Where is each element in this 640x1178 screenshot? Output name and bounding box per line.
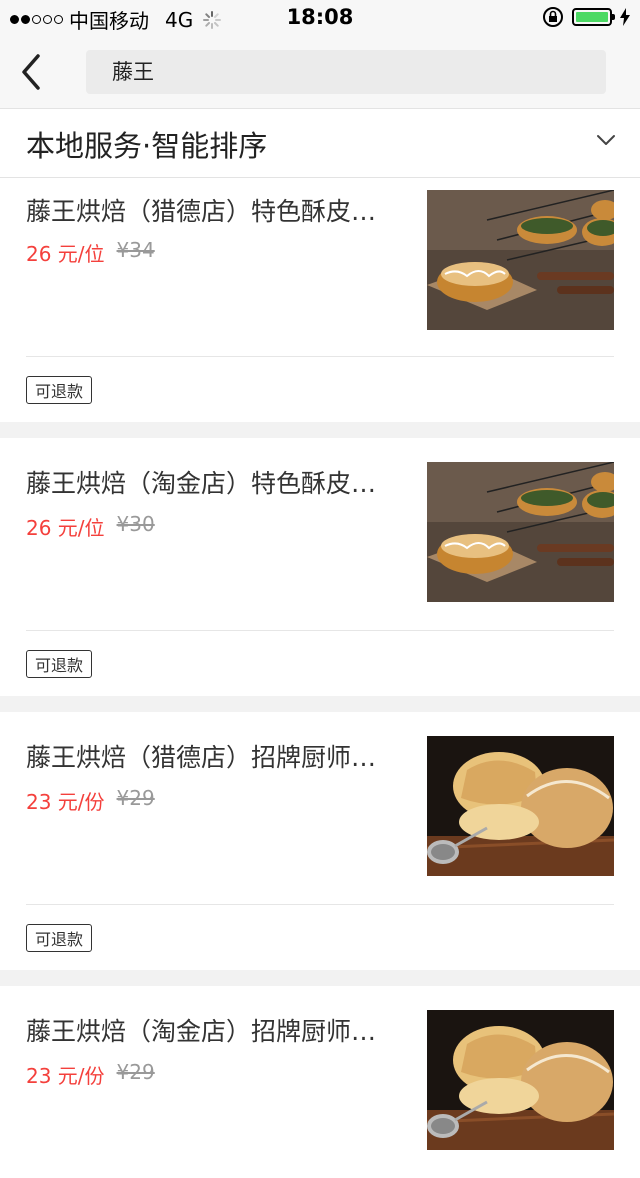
deal-card[interactable]: 藤王烘焙（猎德店）特色酥皮… 26 元/位 ¥34 可退款 xyxy=(0,178,640,422)
section-gap xyxy=(0,696,640,712)
bread-photo xyxy=(427,1010,614,1150)
price-row: 26 元/位 ¥34 xyxy=(26,238,155,267)
deal-title: 藤王烘焙（淘金店）特色酥皮… xyxy=(26,469,377,498)
sort-filter-label: 本地服务·智能排序 xyxy=(26,129,268,163)
deal-card[interactable]: 藤王烘焙（淘金店）招牌厨师… 23 元/份 ¥29 xyxy=(0,986,640,1178)
deal-title: 藤王烘焙（淘金店）招牌厨师… xyxy=(26,1017,377,1046)
chevron-down-icon[interactable] xyxy=(596,133,616,147)
rotation-lock-icon xyxy=(543,7,563,27)
original-price: ¥30 xyxy=(116,512,155,536)
refundable-badge: 可退款 xyxy=(26,376,93,404)
filter-bar[interactable]: 本地服务·智能排序 xyxy=(0,109,640,178)
price-row: 23 元/份 ¥29 xyxy=(26,1060,155,1089)
chevron-left-icon xyxy=(22,54,40,90)
deal-list: 藤王烘焙（猎德店）特色酥皮… 26 元/位 ¥34 可退款 藤王烘焙（淘金店）特… xyxy=(0,178,640,1178)
original-price: ¥34 xyxy=(116,238,155,262)
charging-icon xyxy=(620,8,630,26)
battery-icon xyxy=(572,8,615,26)
deal-price: 23 元/份 xyxy=(26,790,105,814)
back-button[interactable] xyxy=(18,50,58,94)
price-row: 26 元/位 ¥30 xyxy=(26,512,155,541)
section-gap xyxy=(0,422,640,438)
section-gap xyxy=(0,970,640,986)
original-price: ¥29 xyxy=(116,1060,155,1084)
status-right xyxy=(542,6,630,28)
deal-price: 23 元/份 xyxy=(26,1064,105,1088)
deal-card[interactable]: 藤王烘焙（淘金店）特色酥皮… 26 元/位 ¥30 可退款 xyxy=(0,438,640,696)
refundable-badge: 可退款 xyxy=(26,650,93,678)
pastry-photo xyxy=(427,190,614,330)
deal-price: 26 元/位 xyxy=(26,242,105,266)
deal-title: 藤王烘焙（猎德店）招牌厨师… xyxy=(26,743,377,772)
status-bar: 中国移动 4G 18:08 xyxy=(0,0,640,36)
deal-title: 藤王烘焙（猎德店）特色酥皮… xyxy=(26,197,377,226)
price-row: 23 元/份 ¥29 xyxy=(26,786,155,815)
search-header: 藤王 xyxy=(0,36,640,109)
deal-price: 26 元/位 xyxy=(26,516,105,540)
bread-photo xyxy=(427,736,614,876)
deal-card[interactable]: 藤王烘焙（猎德店）招牌厨师… 23 元/份 ¥29 可退款 xyxy=(0,712,640,970)
original-price: ¥29 xyxy=(116,786,155,810)
pastry-photo xyxy=(427,462,614,602)
search-input[interactable]: 藤王 xyxy=(86,50,606,94)
refundable-badge: 可退款 xyxy=(26,924,93,952)
